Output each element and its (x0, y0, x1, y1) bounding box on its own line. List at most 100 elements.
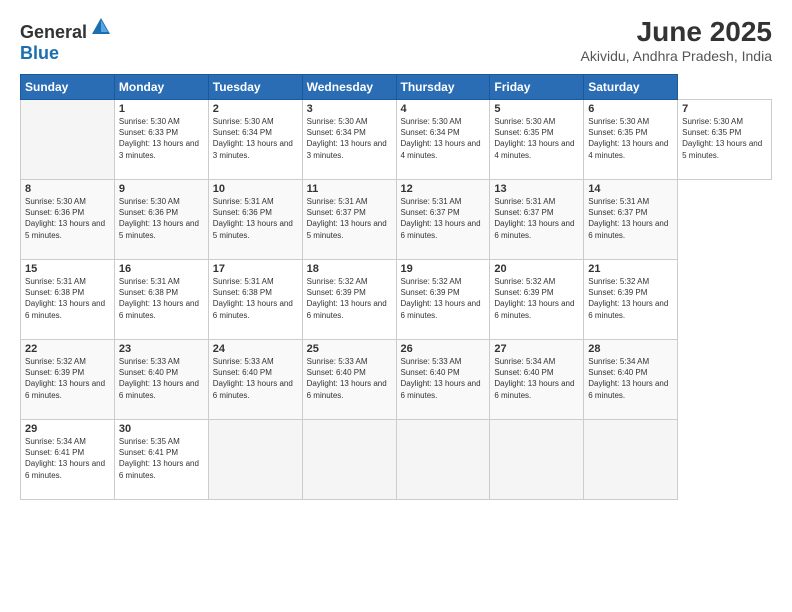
day-info: Sunrise: 5:33 AMSunset: 6:40 PMDaylight:… (401, 356, 486, 401)
day-number: 28 (588, 343, 673, 355)
calendar-week-4: 22Sunrise: 5:32 AMSunset: 6:39 PMDayligh… (21, 340, 772, 420)
table-cell: 20Sunrise: 5:32 AMSunset: 6:39 PMDayligh… (490, 260, 584, 340)
table-cell: 2Sunrise: 5:30 AMSunset: 6:34 PMDaylight… (208, 100, 302, 180)
day-number: 24 (213, 343, 298, 355)
table-cell: 22Sunrise: 5:32 AMSunset: 6:39 PMDayligh… (21, 340, 115, 420)
day-info: Sunrise: 5:34 AMSunset: 6:41 PMDaylight:… (25, 436, 110, 481)
day-number: 23 (119, 343, 204, 355)
calendar-week-1: 1Sunrise: 5:30 AMSunset: 6:33 PMDaylight… (21, 100, 772, 180)
table-cell (208, 420, 302, 500)
day-info: Sunrise: 5:30 AMSunset: 6:35 PMDaylight:… (494, 116, 579, 161)
table-cell: 17Sunrise: 5:31 AMSunset: 6:38 PMDayligh… (208, 260, 302, 340)
logo-icon (90, 16, 112, 38)
title-block: June 2025 Akividu, Andhra Pradesh, India (581, 16, 772, 64)
table-cell: 18Sunrise: 5:32 AMSunset: 6:39 PMDayligh… (302, 260, 396, 340)
day-info: Sunrise: 5:34 AMSunset: 6:40 PMDaylight:… (588, 356, 673, 401)
table-cell (21, 100, 115, 180)
day-number: 19 (401, 263, 486, 275)
day-number: 8 (25, 183, 110, 195)
table-cell: 14Sunrise: 5:31 AMSunset: 6:37 PMDayligh… (584, 180, 678, 260)
col-monday: Monday (114, 75, 208, 100)
day-number: 1 (119, 103, 204, 115)
table-cell: 3Sunrise: 5:30 AMSunset: 6:34 PMDaylight… (302, 100, 396, 180)
table-cell: 29Sunrise: 5:34 AMSunset: 6:41 PMDayligh… (21, 420, 115, 500)
day-info: Sunrise: 5:31 AMSunset: 6:37 PMDaylight:… (588, 196, 673, 241)
day-info: Sunrise: 5:30 AMSunset: 6:34 PMDaylight:… (401, 116, 486, 161)
day-number: 4 (401, 103, 486, 115)
logo-blue: Blue (20, 43, 59, 63)
table-cell (396, 420, 490, 500)
day-info: Sunrise: 5:32 AMSunset: 6:39 PMDaylight:… (494, 276, 579, 321)
day-info: Sunrise: 5:32 AMSunset: 6:39 PMDaylight:… (307, 276, 392, 321)
day-info: Sunrise: 5:30 AMSunset: 6:33 PMDaylight:… (119, 116, 204, 161)
col-thursday: Thursday (396, 75, 490, 100)
table-cell: 27Sunrise: 5:34 AMSunset: 6:40 PMDayligh… (490, 340, 584, 420)
day-info: Sunrise: 5:34 AMSunset: 6:40 PMDaylight:… (494, 356, 579, 401)
calendar-header-row: Sunday Monday Tuesday Wednesday Thursday… (21, 75, 772, 100)
day-number: 30 (119, 423, 204, 435)
calendar-title: June 2025 (581, 16, 772, 48)
logo-general: General (20, 22, 87, 42)
day-number: 25 (307, 343, 392, 355)
table-cell: 12Sunrise: 5:31 AMSunset: 6:37 PMDayligh… (396, 180, 490, 260)
day-info: Sunrise: 5:33 AMSunset: 6:40 PMDaylight:… (119, 356, 204, 401)
table-cell: 7Sunrise: 5:30 AMSunset: 6:35 PMDaylight… (678, 100, 772, 180)
table-cell: 28Sunrise: 5:34 AMSunset: 6:40 PMDayligh… (584, 340, 678, 420)
day-number: 6 (588, 103, 673, 115)
table-cell: 25Sunrise: 5:33 AMSunset: 6:40 PMDayligh… (302, 340, 396, 420)
day-number: 18 (307, 263, 392, 275)
day-info: Sunrise: 5:32 AMSunset: 6:39 PMDaylight:… (588, 276, 673, 321)
day-number: 22 (25, 343, 110, 355)
table-cell (302, 420, 396, 500)
table-cell: 16Sunrise: 5:31 AMSunset: 6:38 PMDayligh… (114, 260, 208, 340)
day-info: Sunrise: 5:31 AMSunset: 6:37 PMDaylight:… (307, 196, 392, 241)
day-info: Sunrise: 5:30 AMSunset: 6:34 PMDaylight:… (213, 116, 298, 161)
table-cell: 26Sunrise: 5:33 AMSunset: 6:40 PMDayligh… (396, 340, 490, 420)
table-cell: 5Sunrise: 5:30 AMSunset: 6:35 PMDaylight… (490, 100, 584, 180)
table-cell: 30Sunrise: 5:35 AMSunset: 6:41 PMDayligh… (114, 420, 208, 500)
day-number: 26 (401, 343, 486, 355)
day-number: 9 (119, 183, 204, 195)
day-info: Sunrise: 5:30 AMSunset: 6:36 PMDaylight:… (25, 196, 110, 241)
day-info: Sunrise: 5:35 AMSunset: 6:41 PMDaylight:… (119, 436, 204, 481)
col-saturday: Saturday (584, 75, 678, 100)
day-number: 21 (588, 263, 673, 275)
calendar-table: Sunday Monday Tuesday Wednesday Thursday… (20, 74, 772, 500)
col-friday: Friday (490, 75, 584, 100)
day-number: 7 (682, 103, 767, 115)
day-info: Sunrise: 5:33 AMSunset: 6:40 PMDaylight:… (307, 356, 392, 401)
calendar-week-5: 29Sunrise: 5:34 AMSunset: 6:41 PMDayligh… (21, 420, 772, 500)
day-info: Sunrise: 5:32 AMSunset: 6:39 PMDaylight:… (25, 356, 110, 401)
table-cell (490, 420, 584, 500)
day-info: Sunrise: 5:32 AMSunset: 6:39 PMDaylight:… (401, 276, 486, 321)
table-cell: 19Sunrise: 5:32 AMSunset: 6:39 PMDayligh… (396, 260, 490, 340)
col-tuesday: Tuesday (208, 75, 302, 100)
day-info: Sunrise: 5:31 AMSunset: 6:37 PMDaylight:… (401, 196, 486, 241)
day-number: 15 (25, 263, 110, 275)
day-number: 29 (25, 423, 110, 435)
table-cell: 10Sunrise: 5:31 AMSunset: 6:36 PMDayligh… (208, 180, 302, 260)
day-info: Sunrise: 5:30 AMSunset: 6:34 PMDaylight:… (307, 116, 392, 161)
table-cell: 13Sunrise: 5:31 AMSunset: 6:37 PMDayligh… (490, 180, 584, 260)
table-cell: 24Sunrise: 5:33 AMSunset: 6:40 PMDayligh… (208, 340, 302, 420)
logo-text: General Blue (20, 16, 112, 64)
day-number: 12 (401, 183, 486, 195)
day-info: Sunrise: 5:31 AMSunset: 6:37 PMDaylight:… (494, 196, 579, 241)
col-wednesday: Wednesday (302, 75, 396, 100)
table-cell: 21Sunrise: 5:32 AMSunset: 6:39 PMDayligh… (584, 260, 678, 340)
day-number: 20 (494, 263, 579, 275)
day-number: 2 (213, 103, 298, 115)
day-info: Sunrise: 5:31 AMSunset: 6:38 PMDaylight:… (119, 276, 204, 321)
day-number: 16 (119, 263, 204, 275)
calendar-header: General Blue June 2025 Akividu, Andhra P… (20, 16, 772, 64)
day-info: Sunrise: 5:31 AMSunset: 6:38 PMDaylight:… (25, 276, 110, 321)
day-number: 11 (307, 183, 392, 195)
day-info: Sunrise: 5:31 AMSunset: 6:36 PMDaylight:… (213, 196, 298, 241)
day-info: Sunrise: 5:30 AMSunset: 6:35 PMDaylight:… (682, 116, 767, 161)
calendar-week-2: 8Sunrise: 5:30 AMSunset: 6:36 PMDaylight… (21, 180, 772, 260)
table-cell: 9Sunrise: 5:30 AMSunset: 6:36 PMDaylight… (114, 180, 208, 260)
calendar-subtitle: Akividu, Andhra Pradesh, India (581, 48, 772, 64)
day-number: 5 (494, 103, 579, 115)
day-number: 17 (213, 263, 298, 275)
day-number: 14 (588, 183, 673, 195)
